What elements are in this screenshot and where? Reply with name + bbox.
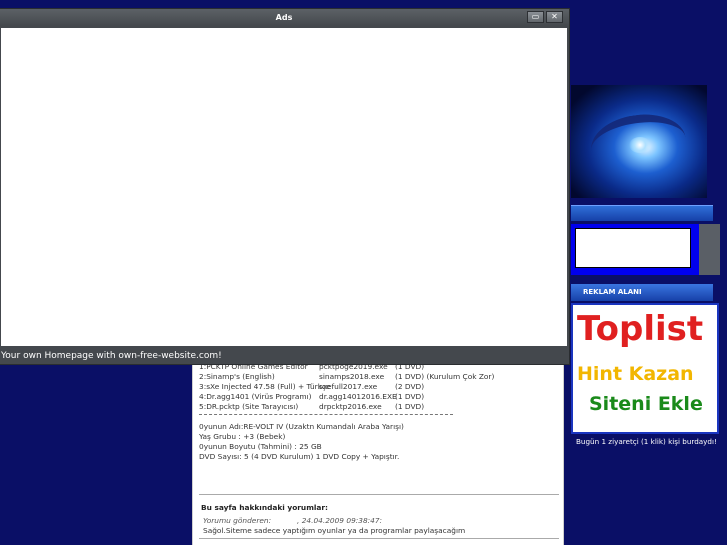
toplist-line-1: Hint Kazan <box>577 363 694 385</box>
toplist-line-2: Siteni Ekle <box>589 393 703 415</box>
file-exe: drpcktp2016.exe <box>319 402 382 411</box>
sidebar-header-bar <box>571 205 713 221</box>
dvd-count: DVD Sayısı: 5 (4 DVD Kurulum) 1 DVD Copy… <box>199 452 400 461</box>
file-name: 4:Dr.agg1401 (Virüs Programı) <box>199 392 312 401</box>
game-name: 0yunun Adı:RE-VOLT IV (Uzaktn Kumandalı … <box>199 422 404 431</box>
file-size: (1 DVD) (Kurulum Çok Zor) <box>395 372 495 381</box>
toplist-title: Toplist <box>577 309 704 349</box>
file-size: (1 DVD) <box>395 402 425 411</box>
file-size: (2 DVD) <box>395 382 425 391</box>
popup-footer-link[interactable]: Your own Homepage with own-free-website.… <box>1 351 222 361</box>
comment-sender-label: Yorumu gönderen: <box>203 516 272 525</box>
minimize-button[interactable]: ▭ <box>527 11 544 23</box>
minimize-icon: ▭ <box>531 12 540 21</box>
close-icon: ✕ <box>551 12 558 21</box>
file-name: 3:sXe Injected 47.58 (Full) + Türkçe <box>199 382 331 391</box>
toplist-banner-inner: Toplist Hint Kazan Siteni Ekle <box>573 305 717 432</box>
comment-text: Sağol.Siteme sadece yaptığım oyunlar ya … <box>203 526 466 535</box>
game-size: 0yunun Boyutu (Tahmini) : 25 GB <box>199 442 322 451</box>
popup-titlebar[interactable]: Ads ▭ ✕ <box>0 9 569 27</box>
close-button[interactable]: ✕ <box>546 11 563 23</box>
ad-box-side <box>699 224 720 275</box>
divider <box>199 494 559 495</box>
game-info: 0yunun Adı:RE-VOLT IV (Uzaktn Kumandalı … <box>199 422 404 462</box>
age-group: Yaş Grubu : +3 (Bebek) <box>199 432 286 441</box>
comment-date: , 24.04.2009 09:38:47: <box>297 516 383 525</box>
comment-meta: Yorumu gönderen: , 24.04.2009 09:38:47: <box>203 516 382 525</box>
popup-title: Ads <box>275 13 293 22</box>
toplist-banner[interactable]: Toplist Hint Kazan Siteni Ekle <box>571 303 719 434</box>
popup-content-area[interactable] <box>1 28 567 346</box>
file-name: 2:Sinamp's (English) <box>199 372 275 381</box>
file-exe: sxefull2017.exe <box>319 382 378 391</box>
reklam-bar: REKLAM ALANI <box>571 284 713 301</box>
file-exe: sinamps2018.exe <box>319 372 385 381</box>
file-name: 5:DR.pcktp (Site Tarayıcısı) <box>199 402 299 411</box>
eye-banner-image <box>571 85 707 198</box>
ad-box[interactable] <box>571 224 699 275</box>
reklam-label: REKLAM ALANI <box>583 288 642 296</box>
dashed-divider <box>199 414 453 415</box>
comments-heading: Bu sayfa hakkındaki yorumlar: <box>201 503 329 512</box>
file-size: (1 DVD) <box>395 392 425 401</box>
file-exe: dr.agg14012016.EXE <box>319 392 397 401</box>
ad-box-content <box>575 228 691 268</box>
ads-popup-window[interactable]: Ads ▭ ✕ Your own Homepage with own-free-… <box>0 8 570 365</box>
divider <box>199 538 559 539</box>
visitor-counter: Bugün 1 ziyaretçi (1 klik) kişi burdaydı… <box>576 437 717 446</box>
